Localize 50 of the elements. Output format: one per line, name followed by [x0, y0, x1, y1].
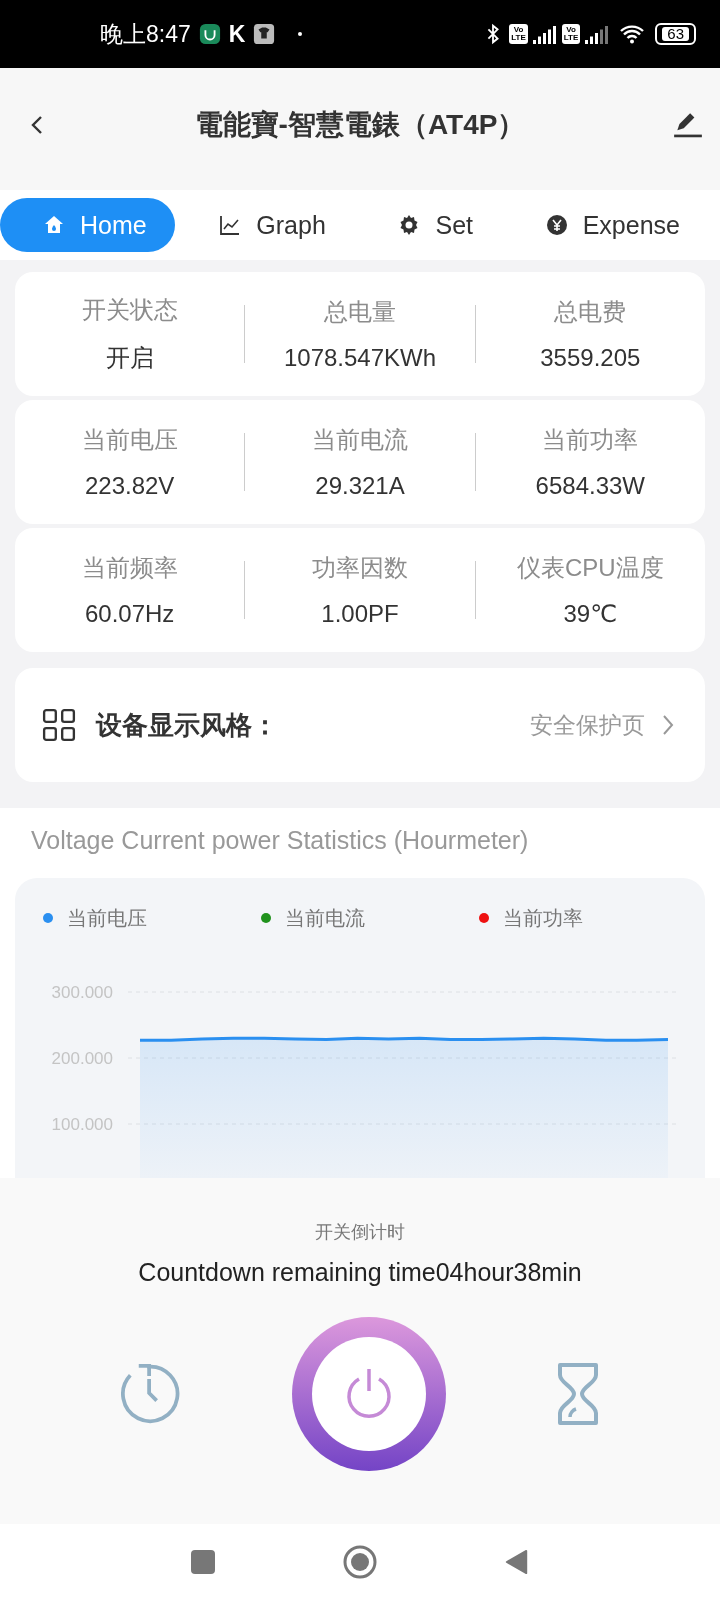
stat-label: 总电量	[324, 297, 396, 327]
edit-icon[interactable]	[672, 111, 704, 139]
stat-value: 223.82V	[84, 472, 175, 500]
chart-title: Voltage Current power Statistics (Hourmeter)	[30, 825, 530, 856]
stat-label: 当前频率	[81, 553, 178, 583]
shirt-icon	[253, 23, 276, 45]
display-style-row[interactable]: 设备显示风格： 安全保护页	[15, 668, 705, 782]
nav-tab[interactable]: Expense	[502, 198, 708, 252]
signal-icon	[585, 24, 610, 44]
stat-label: 当前电流	[312, 425, 408, 455]
app-icon	[198, 23, 221, 45]
vo-text: Vo	[513, 26, 524, 34]
grid-icon	[42, 708, 76, 742]
dot-icon	[297, 31, 304, 37]
nav-tab[interactable]: Set	[355, 198, 501, 252]
stat-label: 功率因数	[312, 553, 408, 583]
display-style-value: 安全保护页	[530, 710, 645, 740]
battery-level: 63	[662, 27, 689, 41]
legend-label: 当前电流	[285, 905, 365, 931]
app-letter: K	[228, 20, 246, 48]
signal-icon	[532, 24, 557, 44]
lte-text: LTE	[563, 34, 579, 42]
yen-icon	[544, 213, 569, 237]
stat-label: 当前电压	[81, 425, 178, 455]
stat-value: 1078.547KWh	[283, 344, 437, 372]
page-title: 電能寶-智慧電錶（AT4P）	[194, 108, 526, 142]
stat-value: 39℃	[563, 600, 618, 628]
stat-label: 总电费	[554, 297, 627, 327]
stat-value: 1.00PF	[321, 600, 399, 628]
legend-label: 当前功率	[503, 905, 583, 931]
power-icon	[312, 1337, 426, 1451]
lte-text: LTE	[511, 34, 526, 42]
stat-label: 当前功率	[542, 425, 639, 455]
recents-icon[interactable]	[190, 1549, 216, 1575]
countdown-text: Countdown remaining time04hour38min	[138, 1258, 582, 1287]
stat-value: 3559.205	[540, 344, 641, 372]
countdown-label: 开关倒计时	[315, 1221, 405, 1244]
stat-label: 仪表CPU温度	[517, 553, 664, 583]
stat-value: 29.321A	[315, 472, 405, 500]
nav-tab[interactable]: Graph	[176, 198, 354, 252]
vo-text: Vo	[566, 26, 576, 34]
home-button-icon[interactable]	[342, 1544, 378, 1580]
legend-label: 当前电压	[67, 905, 147, 931]
stat-value: 6584.33W	[535, 472, 645, 500]
stat-label: 开关状态	[81, 295, 178, 325]
display-style-label: 设备显示风格：	[96, 708, 279, 742]
stat-value: 60.07Hz	[84, 600, 175, 628]
stat-value: 开启	[105, 343, 154, 373]
chevron-right-icon	[661, 713, 675, 737]
clock-time: 晚上8:47	[100, 19, 191, 49]
